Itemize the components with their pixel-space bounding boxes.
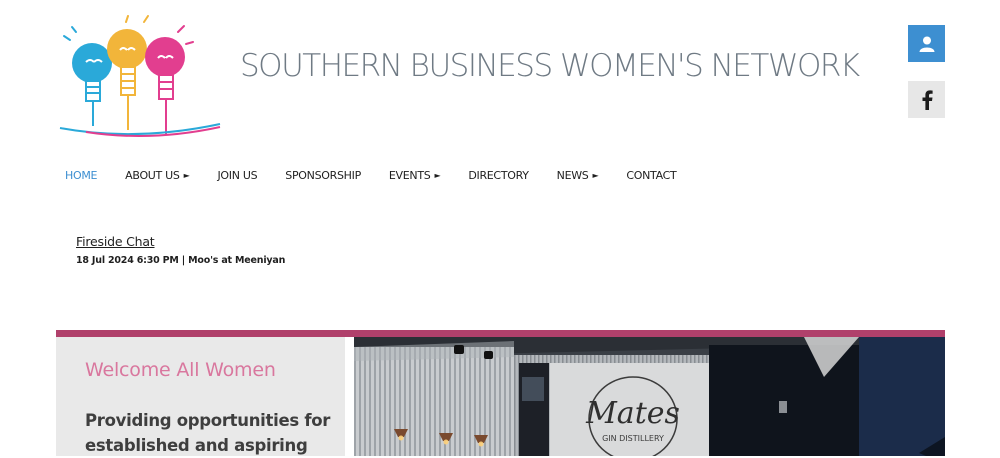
distillery-interior-image: Mates GIN DISTILLERY <box>354 337 945 456</box>
submenu-arrow-icon: ► <box>592 170 599 180</box>
main-nav: HOME ABOUT US ► JOIN US SPONSORSHIP EVENT… <box>56 166 695 184</box>
nav-item-contact[interactable]: CONTACT <box>617 169 676 182</box>
sign-text: Mates <box>585 396 680 431</box>
nav-item-events[interactable]: EVENTS ► <box>380 169 441 182</box>
nav-item-home[interactable]: HOME <box>56 169 97 182</box>
welcome-panel: Welcome All Women Providing opportunitie… <box>56 337 345 456</box>
banner-accent-bar <box>56 330 945 337</box>
site-title[interactable]: SOUTHERN BUSINESS WOMEN'S NETWORK <box>240 48 860 84</box>
nav-item-about-us[interactable]: ABOUT US ► <box>116 169 190 182</box>
lightbulbs-logo-icon <box>59 15 221 137</box>
site-logo[interactable] <box>56 14 222 138</box>
event-title-link[interactable]: Fireside Chat <box>76 234 155 249</box>
nav-item-directory[interactable]: DIRECTORY <box>459 169 529 182</box>
event-date-location: 18 Jul 2024 6:30 PM | Moo's at Meeniyan <box>76 255 286 266</box>
nav-item-join-us[interactable]: JOIN US <box>208 169 257 182</box>
welcome-heading: Welcome All Women <box>85 359 276 381</box>
nav-item-sponsorship[interactable]: SPONSORSHIP <box>276 169 361 182</box>
submenu-arrow-icon: ► <box>434 170 441 180</box>
nav-item-news[interactable]: NEWS ► <box>548 169 599 182</box>
facebook-icon <box>922 89 933 110</box>
user-icon <box>919 36 934 52</box>
member-login-button[interactable] <box>908 25 945 62</box>
sign-subtext: GIN DISTILLERY <box>602 434 664 443</box>
banner-photo: Mates GIN DISTILLERY <box>354 337 945 456</box>
welcome-text: Providing opportunities for established … <box>85 411 331 455</box>
submenu-arrow-icon: ► <box>183 170 190 180</box>
facebook-button[interactable] <box>908 81 945 118</box>
